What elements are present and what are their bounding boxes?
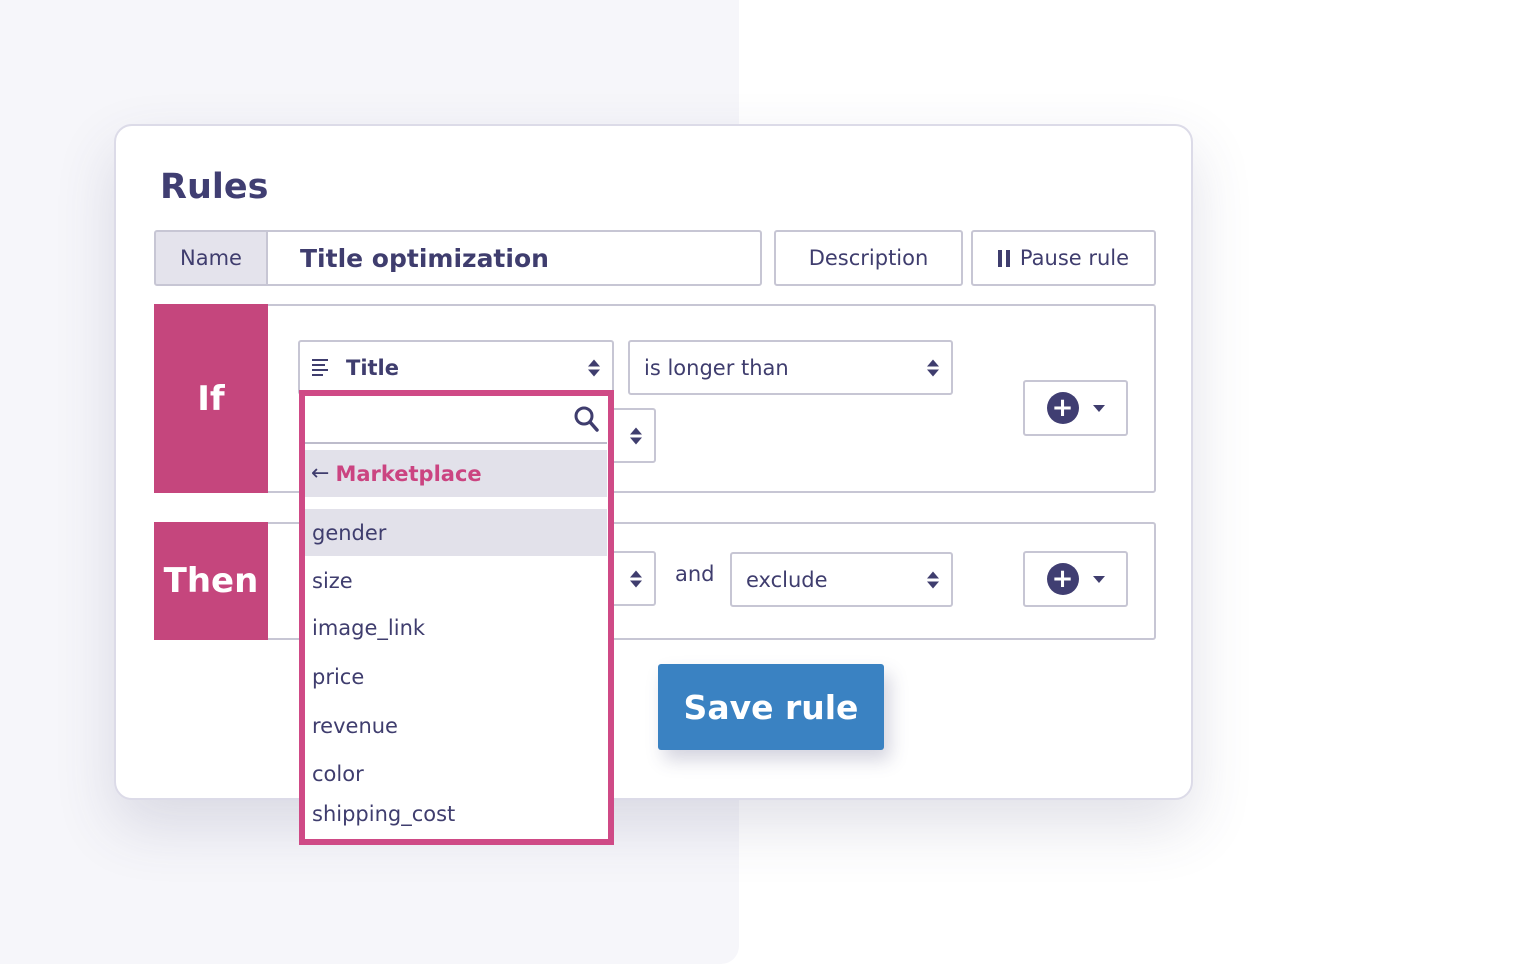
action-select[interactable]: exclude (730, 552, 953, 607)
dropdown-option-price[interactable]: price (305, 657, 607, 697)
and-label: and (675, 562, 715, 586)
plus-circle-icon: + (1046, 392, 1079, 424)
action-select-value: exclude (746, 567, 828, 592)
sort-arrows-icon (927, 359, 939, 376)
sort-arrows-icon (630, 570, 642, 587)
pause-rule-button[interactable]: Pause rule (971, 230, 1156, 286)
caret-down-icon (1092, 404, 1105, 412)
dropdown-option-revenue[interactable]: revenue (305, 706, 607, 746)
pause-rule-label: Pause rule (1019, 246, 1130, 270)
search-icon (574, 406, 599, 432)
operator-select-value: is longer than (644, 355, 789, 380)
pause-icon (997, 249, 1010, 267)
dropdown-option-size[interactable]: size (305, 561, 607, 601)
sort-arrows-icon (927, 571, 939, 588)
if-label: If (154, 304, 268, 493)
add-condition-button[interactable]: + (1023, 380, 1128, 436)
page-title: Rules (160, 167, 269, 207)
operator-select[interactable]: is longer than (628, 340, 953, 395)
dropdown-option-image-link[interactable]: image_link (305, 608, 607, 648)
plus-circle-icon: + (1046, 563, 1079, 595)
sort-arrows-icon (588, 359, 600, 376)
field-select-value: Title (346, 355, 400, 380)
field-select[interactable]: Title (298, 340, 614, 395)
dropdown-option-gender[interactable]: gender (305, 509, 607, 556)
then-label: Then (154, 522, 268, 640)
name-label: Name (154, 230, 268, 286)
save-rule-button[interactable]: Save rule (658, 664, 884, 750)
caret-down-icon (1092, 575, 1105, 583)
arrow-left-icon: ← (311, 461, 330, 486)
description-button[interactable]: Description (774, 230, 963, 286)
dropdown-back-label: Marketplace (335, 461, 482, 486)
text-lines-icon (312, 359, 328, 376)
sort-arrows-icon (630, 427, 642, 444)
add-action-button[interactable]: + (1023, 551, 1128, 607)
dropdown-back-marketplace[interactable]: ← Marketplace (305, 450, 607, 497)
dropdown-option-color[interactable]: color (305, 754, 607, 794)
rule-name-input[interactable]: Title optimization (266, 230, 762, 286)
dropdown-search-input[interactable] (305, 396, 607, 444)
dropdown-option-shipping-cost[interactable]: shipping_cost (305, 794, 607, 834)
